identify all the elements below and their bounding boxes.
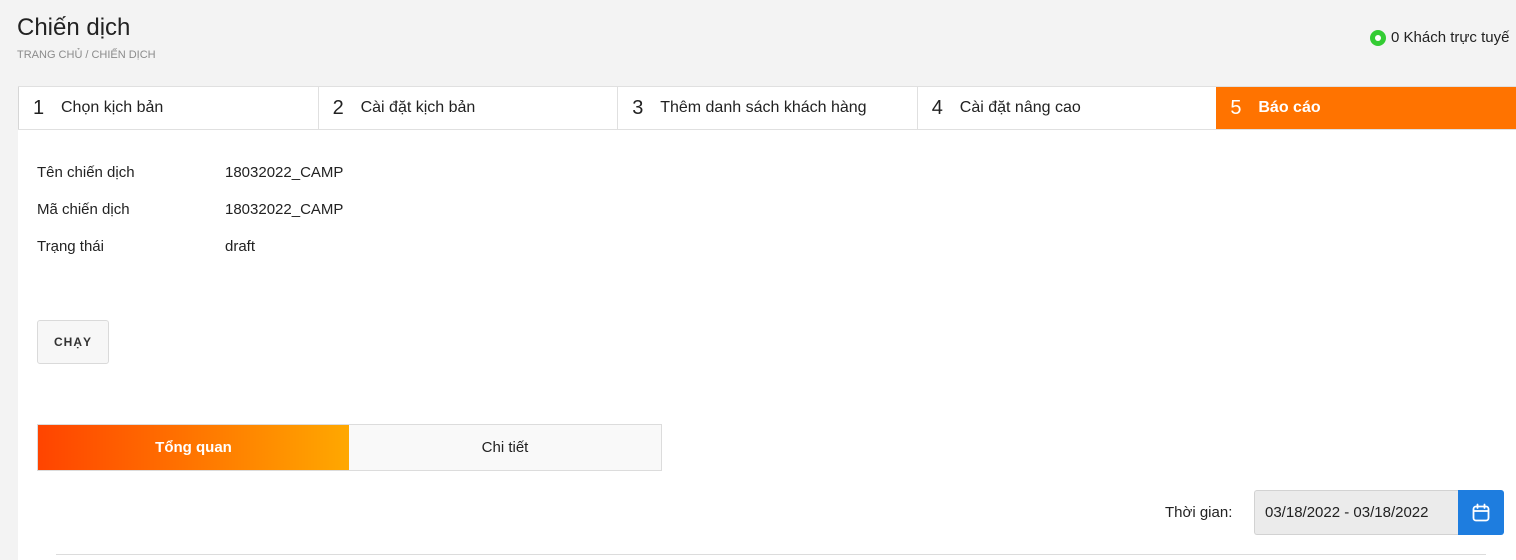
step-label: Thêm danh sách khách hàng	[660, 99, 867, 116]
calendar-icon	[1472, 503, 1490, 521]
time-filter-label: Thời gian:	[1165, 504, 1233, 521]
online-status-icon	[1370, 29, 1386, 46]
step-number: 4	[931, 96, 943, 119]
tab-overview[interactable]: Tổng quan	[38, 425, 349, 470]
breadcrumb-home[interactable]: TRANG CHỦ	[17, 49, 82, 61]
campaign-code-row: Mã chiến dịch 18032022_CAMP	[37, 201, 343, 218]
report-tabs: Tổng quan Chi tiết	[37, 424, 662, 471]
calendar-button[interactable]	[1458, 490, 1504, 535]
step-number: 2	[332, 96, 344, 119]
step-bar: 1 Chọn kịch bản 2 Cài đặt kịch bản 3 Thê…	[18, 86, 1516, 130]
breadcrumb-separator: /	[85, 49, 89, 61]
step-add-customer-list[interactable]: 3 Thêm danh sách khách hàng	[617, 87, 917, 129]
campaign-name-value: 18032022_CAMP	[225, 164, 344, 181]
step-number: 1	[33, 96, 45, 119]
tab-detail[interactable]: Chi tiết	[349, 425, 661, 470]
step-label: Cài đặt kịch bản	[360, 99, 476, 116]
step-number: 5	[1230, 96, 1242, 119]
step-number: 3	[632, 96, 644, 119]
date-range-input[interactable]	[1254, 490, 1458, 535]
step-report[interactable]: 5 Báo cáo	[1216, 87, 1516, 129]
campaign-name-row: Tên chiến dịch 18032022_CAMP	[37, 164, 343, 181]
step-label: Cài đặt nâng cao	[959, 99, 1081, 116]
step-script-settings[interactable]: 2 Cài đặt kịch bản	[317, 87, 618, 129]
campaign-status-row: Trạng thái draft	[37, 238, 255, 255]
divider	[56, 554, 1486, 555]
step-choose-script[interactable]: 1 Chọn kịch bản	[18, 87, 318, 129]
step-advanced-settings[interactable]: 4 Cài đặt nâng cao	[916, 87, 1217, 129]
campaign-name-label: Tên chiến dịch	[37, 164, 135, 181]
step-label: Báo cáo	[1258, 99, 1321, 116]
campaign-status-label: Trạng thái	[37, 238, 104, 255]
breadcrumb-current: CHIẾN DỊCH	[91, 49, 156, 61]
online-status-text: 0 Khách trực tuyế	[1391, 29, 1510, 46]
run-button[interactable]: CHẠY	[37, 320, 109, 364]
campaign-status-value: draft	[225, 238, 256, 255]
page-title: Chiến dịch	[17, 14, 131, 41]
step-label: Chọn kịch bản	[61, 99, 164, 116]
report-panel: Tên chiến dịch 18032022_CAMP Mã chiến dị…	[18, 130, 1516, 560]
campaign-code-value: 18032022_CAMP	[225, 201, 344, 218]
online-status: 0 Khách trực tuyế	[1370, 29, 1509, 46]
breadcrumb: TRANG CHỦ / CHIẾN DỊCH	[17, 49, 156, 61]
campaign-code-label: Mã chiến dịch	[37, 201, 130, 218]
